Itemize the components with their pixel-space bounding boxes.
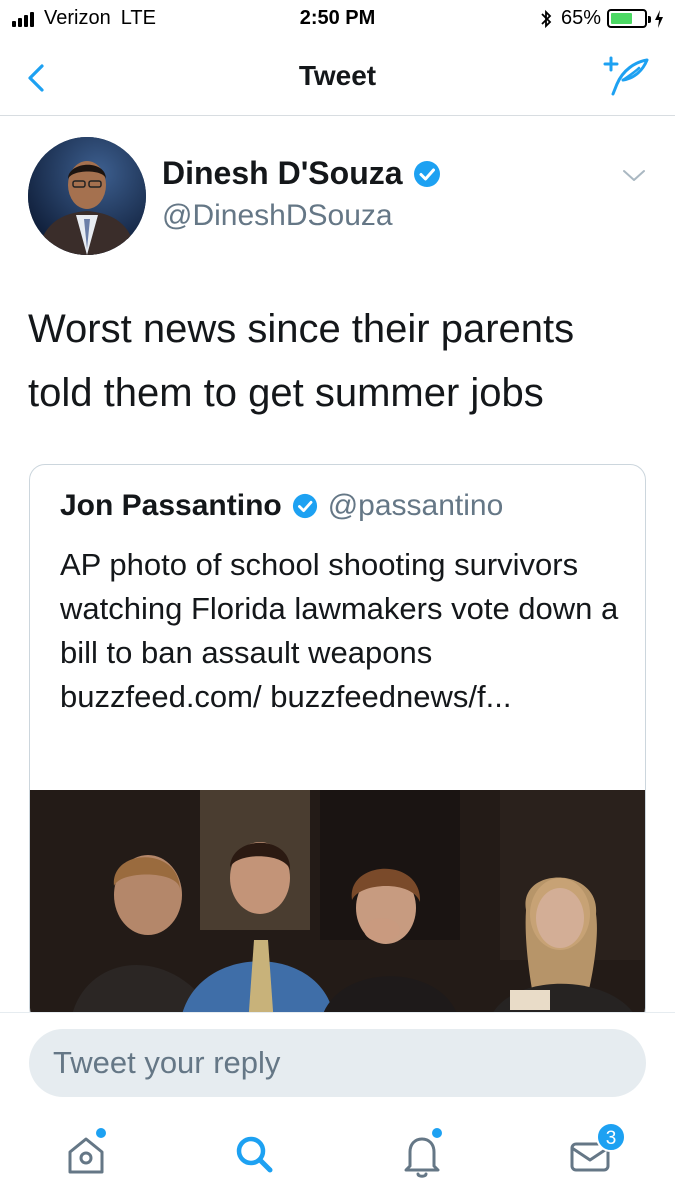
- bluetooth-icon: [541, 9, 552, 28]
- battery-percent: 65%: [560, 7, 601, 29]
- chevron-down-icon[interactable]: [621, 165, 647, 185]
- quoted-tweet-text: AP photo of school shooting survivors wa…: [60, 547, 619, 714]
- author-name-row[interactable]: Dinesh D'Souza: [162, 155, 441, 192]
- avatar[interactable]: [28, 137, 146, 255]
- battery-fill: [611, 13, 632, 24]
- compose-tweet-icon[interactable]: [601, 54, 651, 98]
- tab-messages[interactable]: 3: [562, 1122, 626, 1182]
- quoted-author-handle: @passantino: [327, 489, 504, 522]
- status-bar: Verizon LTE 2:50 PM 65%: [0, 0, 675, 40]
- author-handle[interactable]: @DineshDSouza: [162, 199, 393, 233]
- messages-badge: 3: [596, 1122, 626, 1152]
- home-notification-dot: [96, 1128, 106, 1138]
- navigation-bar: Tweet: [0, 40, 675, 116]
- status-right: 65%: [539, 7, 665, 30]
- tab-search[interactable]: [226, 1126, 282, 1182]
- notifications-dot: [432, 1128, 442, 1138]
- author-name[interactable]: Dinesh D'Souza: [162, 155, 403, 192]
- tweet-text: Worst news since their parents told them…: [28, 307, 575, 415]
- reply-area: Tweet your reply: [0, 1012, 675, 1112]
- reply-input[interactable]: Tweet your reply: [29, 1029, 646, 1097]
- tab-notifications[interactable]: [394, 1126, 450, 1182]
- quoted-author-name: Jon Passantino: [60, 489, 282, 522]
- tab-bar: 3: [0, 1112, 675, 1200]
- quoted-tweet-photo[interactable]: [30, 790, 646, 1024]
- verified-badge-icon: [292, 493, 317, 519]
- quoted-tweet-header: Jon Passantino @passantino: [60, 489, 503, 523]
- quoted-tweet[interactable]: Jon Passantino @passantino AP photo of s…: [29, 464, 646, 1024]
- charging-bolt-icon: [655, 9, 663, 28]
- page-title: Tweet: [298, 60, 377, 91]
- battery-icon: [607, 9, 651, 28]
- tab-home[interactable]: [58, 1126, 114, 1182]
- search-icon: [236, 1136, 273, 1173]
- verified-badge-icon: [413, 160, 440, 187]
